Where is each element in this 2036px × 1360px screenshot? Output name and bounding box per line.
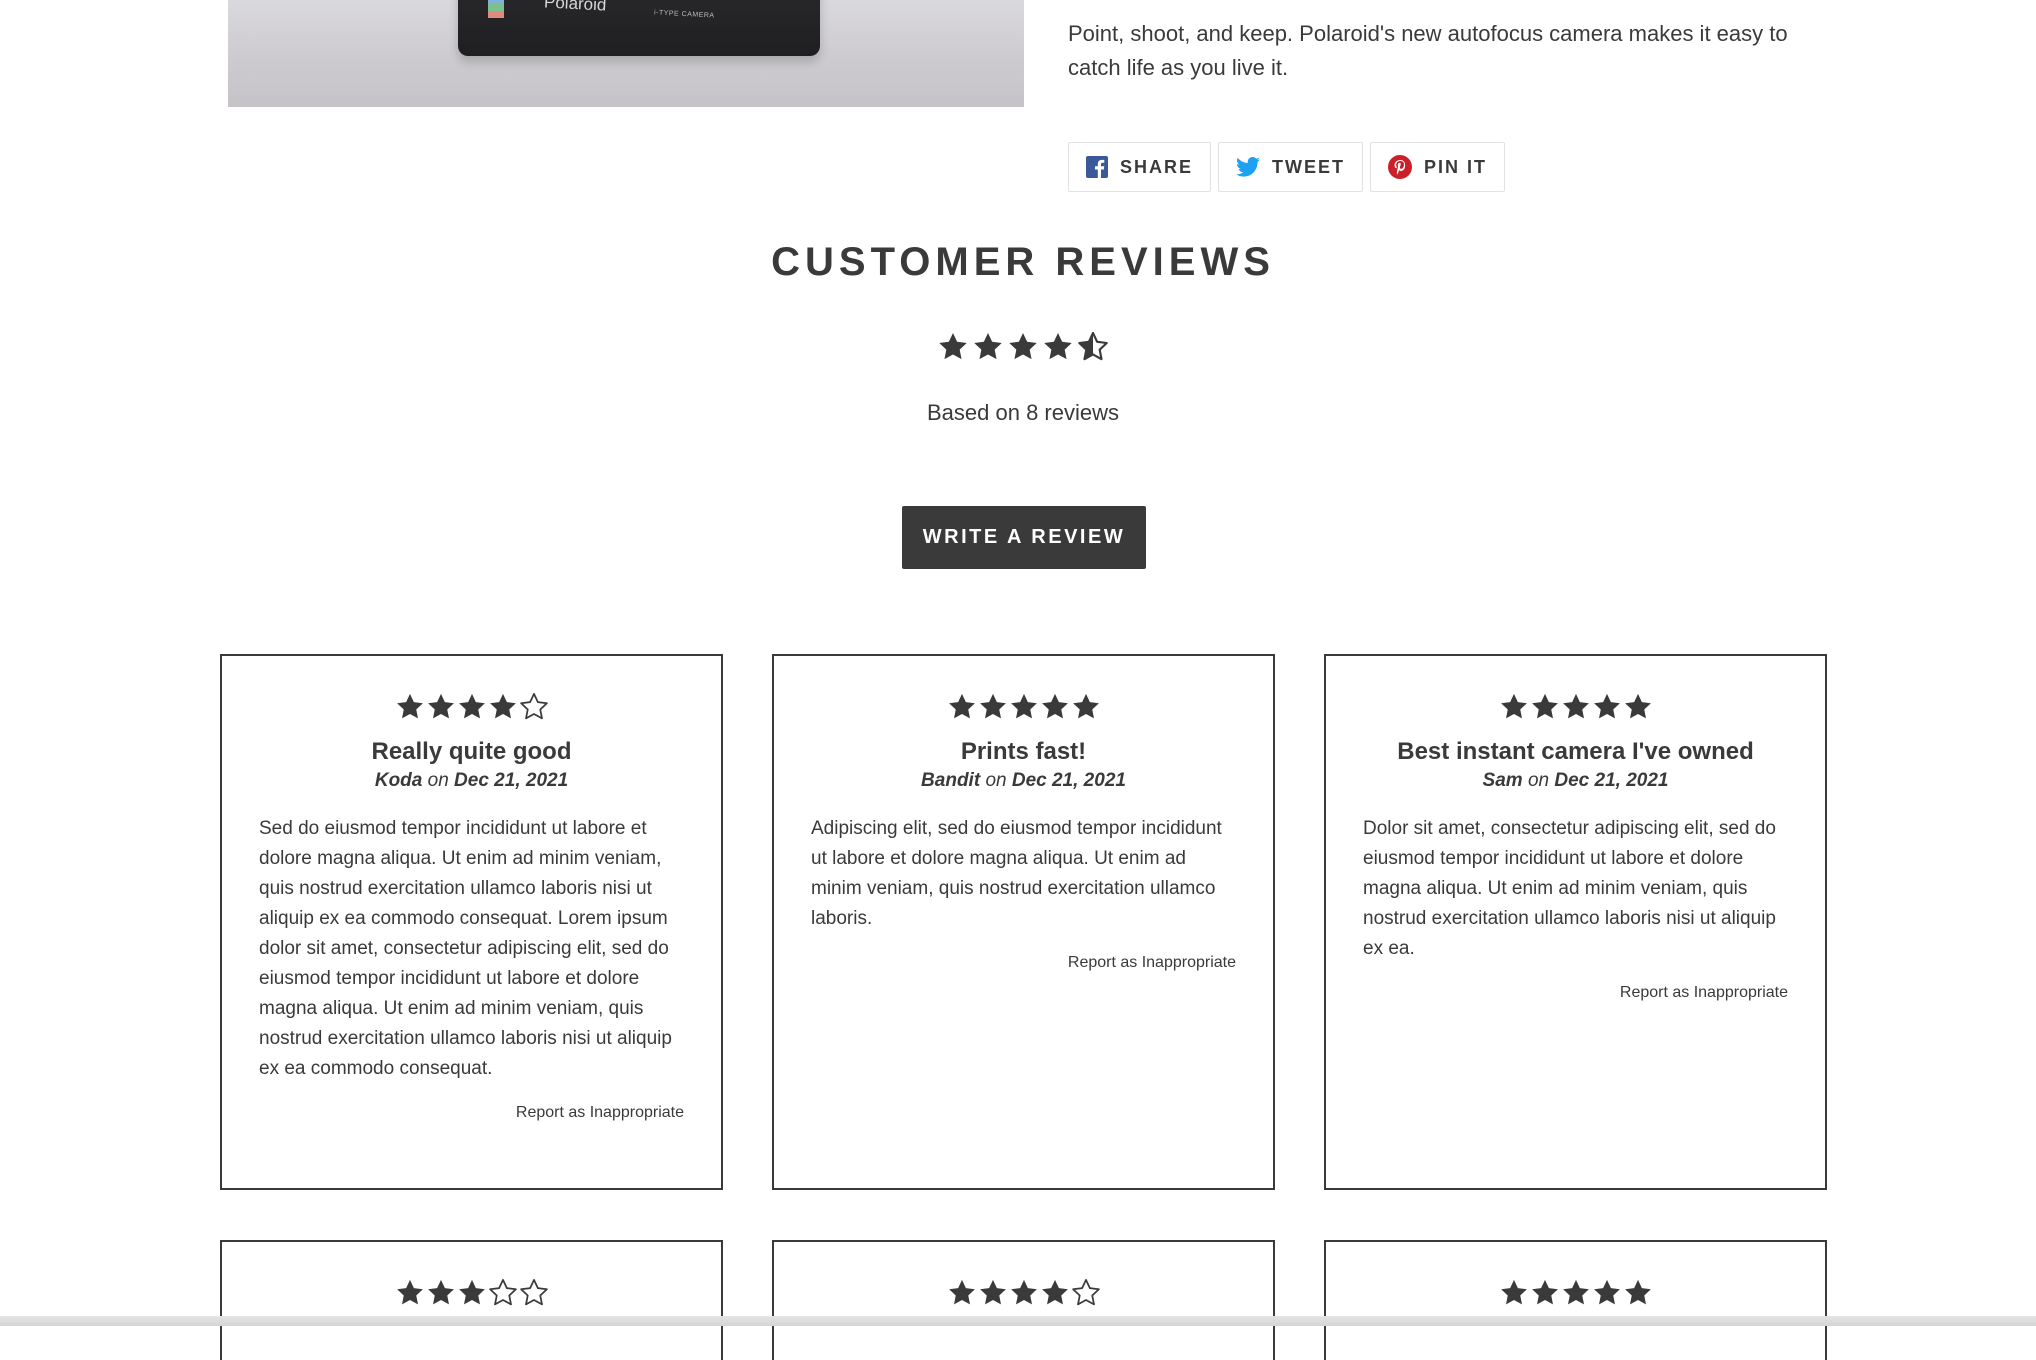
- product-description: Point, shoot, and keep. Polaroid's new a…: [1068, 21, 1788, 80]
- star-full-icon: [427, 693, 454, 719]
- report-inappropriate-link[interactable]: Report as Inappropriate: [1363, 984, 1788, 1002]
- star-full-icon: [1531, 693, 1558, 719]
- bottom-scroll-edge: [0, 1316, 2036, 1326]
- star-empty-icon: [519, 693, 548, 720]
- review-date: Dec 21, 2021: [1554, 770, 1669, 791]
- star-full-icon: [1624, 1279, 1651, 1305]
- pinterest-icon: [1388, 155, 1413, 179]
- star-empty-icon: [519, 1279, 548, 1306]
- review-author: Bandit: [921, 770, 981, 791]
- star-full-icon: [1500, 693, 1527, 719]
- review-on-text: on: [1527, 770, 1550, 791]
- review-author: Sam: [1482, 770, 1523, 791]
- star-full-icon: [396, 1279, 423, 1305]
- star-full-icon: [939, 333, 967, 360]
- pinterest-share-button[interactable]: PIN IT: [1370, 142, 1506, 192]
- review-card: Really quite good Koda on Dec 21, 2021 S…: [220, 654, 723, 1190]
- review-rating-stars: [259, 692, 684, 724]
- review-rating-stars: [811, 692, 1236, 724]
- star-full-icon: [1562, 1279, 1589, 1305]
- star-full-icon: [1010, 693, 1037, 719]
- review-card: [220, 1240, 723, 1360]
- review-rating-stars: [811, 1278, 1236, 1310]
- review-card: Prints fast! Bandit on Dec 21, 2021 Adip…: [772, 654, 1275, 1190]
- star-full-icon: [1500, 1279, 1527, 1305]
- star-full-icon: [1562, 693, 1589, 719]
- write-review-button[interactable]: WRITE A REVIEW: [902, 506, 1146, 569]
- star-full-icon: [489, 693, 516, 719]
- star-full-icon: [1072, 693, 1099, 719]
- review-card: Best instant camera I've owned Sam on De…: [1324, 654, 1827, 1190]
- product-image[interactable]: Polaroid i-TYPE CAMERA: [228, 0, 1024, 107]
- star-full-icon: [1041, 693, 1068, 719]
- review-on-text: on: [985, 770, 1007, 791]
- review-title: Prints fast!: [960, 738, 1087, 765]
- review-rating-stars: [1363, 1278, 1788, 1310]
- reviews-count-summary: Based on 8 reviews: [927, 400, 1119, 425]
- social-share-buttons: SHARE TWEET PIN IT: [1068, 142, 1506, 192]
- customer-reviews-heading: CUSTOMER REVIEWS: [771, 240, 1275, 284]
- camera-brand-text: Polaroid: [543, 0, 607, 15]
- camera-rainbow-stripes: [488, 0, 504, 19]
- review-title: Really quite good: [371, 738, 572, 765]
- review-title: Best instant camera I've owned: [1397, 738, 1754, 765]
- star-full-icon: [979, 693, 1006, 719]
- review-date: Dec 21, 2021: [1011, 770, 1126, 791]
- star-full-icon: [974, 333, 1002, 360]
- camera-illustration: Polaroid i-TYPE CAMERA: [458, 0, 820, 56]
- star-empty-icon: [488, 1279, 517, 1306]
- facebook-icon: [1086, 156, 1108, 178]
- review-date: Dec 21, 2021: [454, 770, 569, 791]
- star-full-icon: [1010, 1279, 1037, 1305]
- twitter-share-button[interactable]: TWEET: [1218, 142, 1364, 192]
- star-full-icon: [1593, 1279, 1620, 1305]
- facebook-share-button[interactable]: SHARE: [1068, 142, 1212, 192]
- average-rating-stars: [936, 331, 1110, 363]
- star-empty-icon: [1071, 1279, 1100, 1306]
- review-body: Dolor sit amet, consectetur adipiscing e…: [1363, 818, 1776, 959]
- star-full-icon: [1531, 1279, 1558, 1305]
- review-body: Sed do eiusmod tempor incididunt ut labo…: [259, 818, 672, 1079]
- star-full-icon: [396, 693, 423, 719]
- star-full-icon: [1044, 333, 1072, 360]
- star-full-icon: [948, 1279, 975, 1305]
- star-full-icon: [948, 693, 975, 719]
- twitter-share-label: TWEET: [1272, 156, 1346, 177]
- review-author: Koda: [374, 770, 423, 791]
- star-full-icon: [427, 1279, 454, 1305]
- review-byline: Sam on Dec 21, 2021: [1363, 769, 1788, 793]
- facebook-share-label: SHARE: [1120, 156, 1194, 177]
- review-body: Adipiscing elit, sed do eiusmod tempor i…: [811, 818, 1222, 929]
- star-full-icon: [458, 693, 485, 719]
- review-card: [772, 1240, 1275, 1360]
- report-inappropriate-link[interactable]: Report as Inappropriate: [259, 1104, 684, 1122]
- star-full-icon: [979, 1279, 1006, 1305]
- twitter-icon: [1236, 157, 1261, 177]
- star-full-icon: [1041, 1279, 1068, 1305]
- star-full-icon: [1593, 693, 1620, 719]
- star-half-icon: [1078, 331, 1108, 361]
- pinterest-share-label: PIN IT: [1424, 156, 1488, 177]
- review-card: [1324, 1240, 1827, 1360]
- review-rating-stars: [259, 1278, 684, 1310]
- star-full-icon: [458, 1279, 485, 1305]
- report-inappropriate-link[interactable]: Report as Inappropriate: [811, 954, 1236, 972]
- star-full-icon: [1624, 693, 1651, 719]
- camera-model-text: i-TYPE CAMERA: [653, 9, 715, 20]
- review-on-text: on: [427, 770, 449, 791]
- review-byline: Koda on Dec 21, 2021: [259, 769, 684, 793]
- star-full-icon: [1009, 333, 1037, 360]
- review-rating-stars: [1363, 692, 1788, 724]
- review-byline: Bandit on Dec 21, 2021: [811, 769, 1236, 793]
